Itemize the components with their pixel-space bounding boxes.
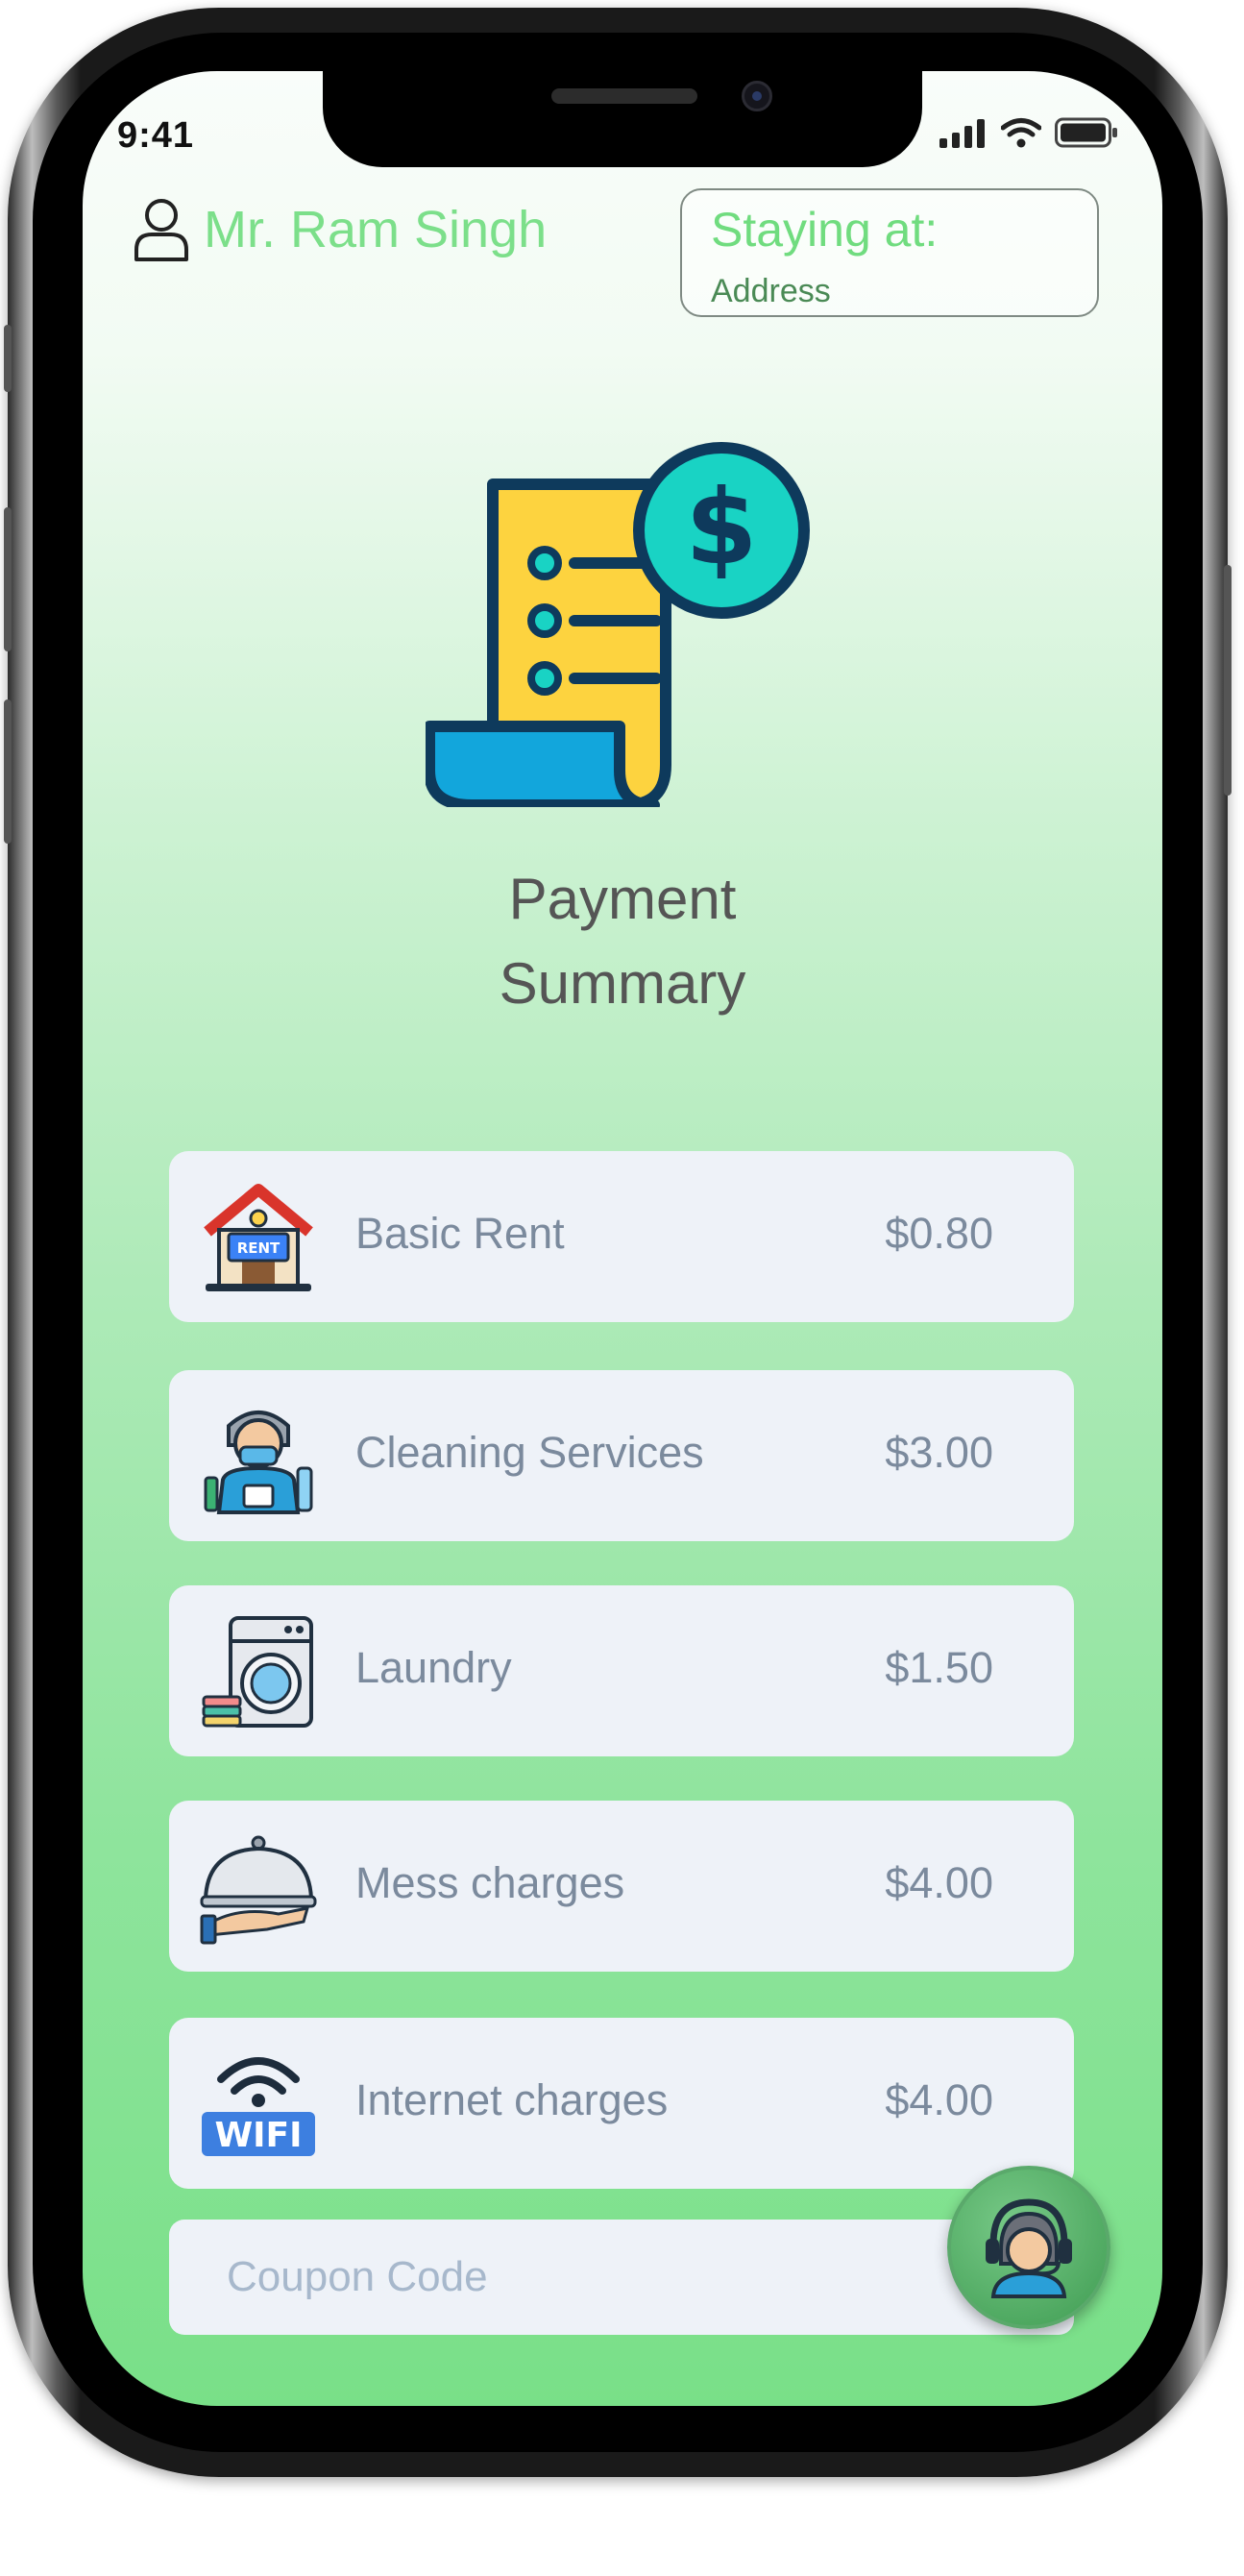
signal-icon (939, 119, 985, 148)
status-icons (939, 117, 1118, 148)
wifi-icon: WIFI (202, 2057, 315, 2156)
charge-amount: $3.00 (885, 1428, 993, 1477)
page-title-line1: Payment (508, 867, 737, 931)
charge-card-laundry[interactable]: Laundry $1.50 (169, 1585, 1074, 1756)
rent-house-icon: RENT (204, 1184, 313, 1291)
charge-label: Mess charges (355, 1858, 625, 1907)
speaker (551, 88, 697, 104)
support-button[interactable] (947, 2166, 1110, 2329)
coupon-field[interactable] (169, 2220, 1074, 2335)
charge-label: Cleaning Services (355, 1428, 704, 1477)
user-name: Mr. Ram Singh (204, 201, 548, 258)
charge-label: Laundry (355, 1643, 512, 1692)
charge-amount: $4.00 (885, 2075, 993, 2124)
status-time: 9:41 (117, 115, 195, 156)
power-button (1224, 565, 1232, 796)
food-cloche-icon (200, 1835, 317, 1945)
svg-text:WIFI: WIFI (214, 2116, 302, 2155)
wifi-status-icon (1001, 118, 1041, 148)
notch (323, 71, 922, 167)
payment-receipt-icon: $ (426, 442, 810, 807)
charge-card-basic-rent[interactable]: RENT Basic Rent $0.80 (169, 1151, 1074, 1322)
charge-card-mess-charges[interactable]: Mess charges $4.00 (169, 1801, 1074, 1972)
volume-up-button (4, 507, 12, 651)
charge-amount: $0.80 (885, 1209, 993, 1258)
svg-text:$: $ (685, 468, 757, 588)
battery-icon (1055, 117, 1117, 148)
staying-at-address: Address (711, 273, 831, 309)
charge-label: Internet charges (355, 2075, 669, 2124)
charge-amount: $1.50 (885, 1643, 993, 1692)
svg-text:RENT: RENT (237, 1239, 281, 1257)
charge-card-cleaning-services[interactable]: Cleaning Services $3.00 (169, 1370, 1074, 1541)
page-title-line2: Summary (499, 951, 746, 1016)
staying-at-label: Staying at: (711, 203, 939, 257)
washing-machine-icon (202, 1616, 313, 1728)
cleaning-staff-icon (204, 1411, 313, 1514)
charge-card-internet-charges[interactable]: WIFI Internet charges $4.00 (169, 2018, 1074, 2189)
volume-down-button (4, 699, 12, 844)
charge-amount: $4.00 (885, 1858, 993, 1907)
front-camera (742, 81, 772, 111)
mute-switch (4, 325, 12, 392)
coupon-input[interactable] (169, 2220, 1074, 2335)
app-screen: 9:41 Mr. Ram Singh Staying at: Address $… (83, 71, 1162, 2406)
user-icon (134, 199, 188, 261)
user-profile[interactable]: Mr. Ram Singh (133, 196, 547, 263)
customer-support-icon (986, 2198, 1072, 2298)
staying-at-box[interactable]: Staying at: Address (680, 188, 1099, 317)
charge-label: Basic Rent (355, 1209, 565, 1258)
